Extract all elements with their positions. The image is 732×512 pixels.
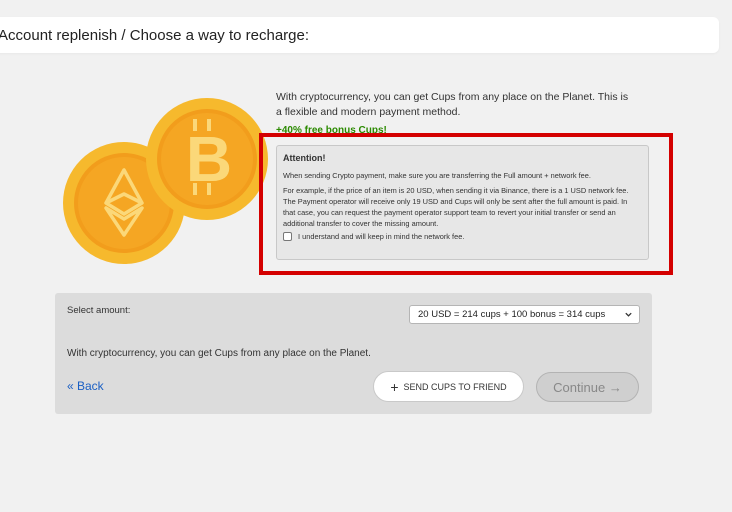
panel-note: With cryptocurrency, you can get Cups fr… <box>67 348 371 359</box>
send-cups-to-friend-button[interactable]: + SEND CUPS TO FRIEND <box>373 371 524 402</box>
select-amount-label: Select amount: <box>67 305 131 316</box>
send-cups-label: SEND CUPS TO FRIEND <box>403 381 507 392</box>
crypto-coins-illustration: B <box>63 98 268 264</box>
payment-panel: Select amount: 20 USD = 214 cups + 100 b… <box>55 293 652 414</box>
back-link[interactable]: « Back <box>67 379 104 393</box>
chevron-down-icon <box>625 312 632 317</box>
crypto-description: With cryptocurrency, you can get Cups fr… <box>276 91 629 118</box>
amount-select-value: 20 USD = 214 cups + 100 bonus = 314 cups <box>418 309 606 320</box>
amount-select[interactable]: 20 USD = 214 cups + 100 bonus = 314 cups <box>409 305 640 324</box>
page-title: Account replenish / Choose a way to rech… <box>0 27 310 44</box>
highlight-frame <box>259 133 673 275</box>
continue-button[interactable]: Continue → <box>536 372 639 402</box>
bitcoin-coin-icon: B <box>146 98 268 220</box>
page-header: Account replenish / Choose a way to rech… <box>0 17 719 53</box>
plus-icon: + <box>390 378 399 395</box>
